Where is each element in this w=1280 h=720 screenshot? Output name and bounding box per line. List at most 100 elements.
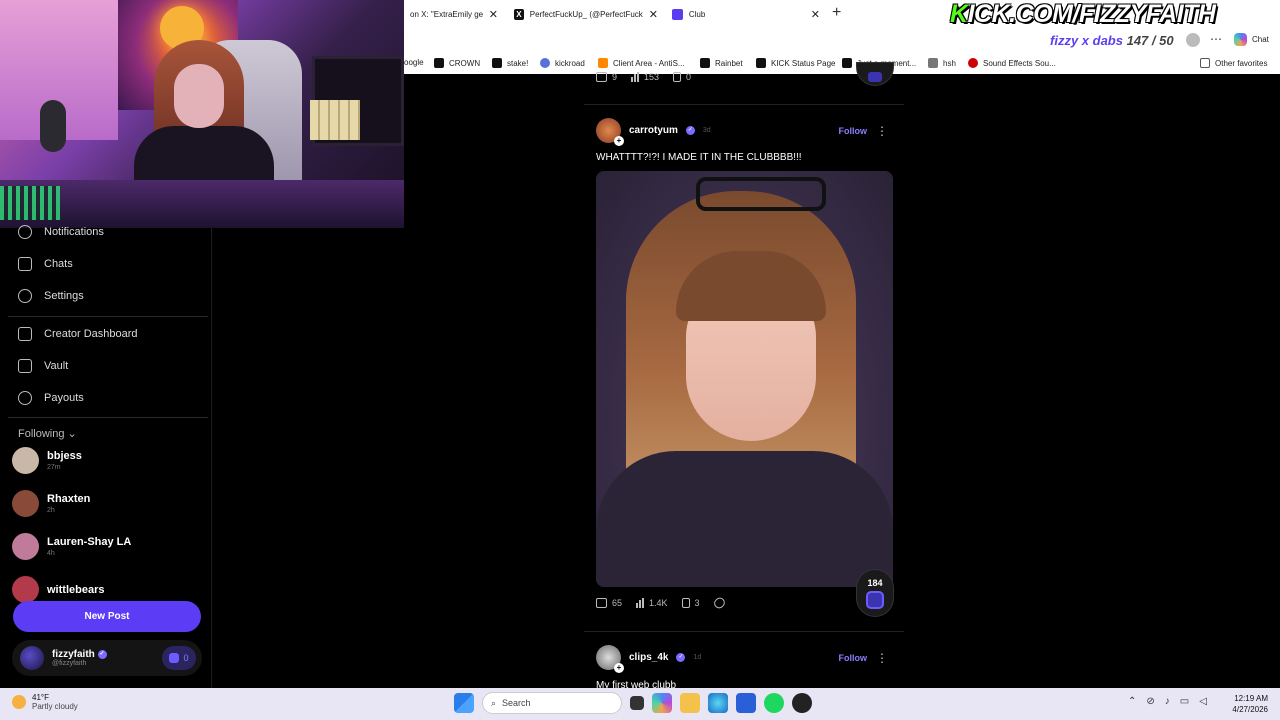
bookmarks-bar: oogle CROWN stake! kickroad Client Area … [404,54,1280,74]
windows-taskbar: 41°F Partly cloudy ⌕ Search ⌃ ⊘ ♪ ▭ ◁ 12:1… [0,688,1280,720]
verified-icon: ✓ [685,126,695,135]
weather-widget[interactable]: 41°F Partly cloudy [12,693,78,711]
chevron-up-icon[interactable]: ⌃ [1128,696,1136,707]
close-tab-icon[interactable]: ✕ [649,8,658,21]
boost-badge[interactable] [856,62,894,86]
avatar [12,576,39,603]
following-item[interactable]: bbjess 27m [12,447,82,474]
post-username[interactable]: clips_4k [629,652,668,663]
bookmark[interactable]: hsh [928,58,956,68]
nav-creator-dashboard[interactable]: Creator Dashboard [18,327,138,341]
chevron-down-icon: ⌄ [67,428,77,440]
comment-button[interactable]: 65 [596,598,622,608]
clock[interactable]: 12:19 AM 4/27/2026 [1222,693,1268,715]
following-item[interactable]: wittlebears [12,576,104,603]
bookmark[interactable]: Client Area - AntiS... [598,58,685,68]
edge-icon[interactable] [708,693,728,713]
bookmark-button[interactable]: 3 [681,598,700,608]
browser-tab[interactable]: X PerfectFuckUp_ (@PerfectFuckUp_ ✕ [508,0,664,28]
client-area-icon [598,58,608,68]
bookmark[interactable]: KICK Status Page [756,58,835,68]
kebab-menu-icon[interactable]: ⋮ [876,651,888,665]
share-link-icon[interactable] [711,595,727,611]
post-caption: WHATTTT?!?! I MADE IT IN THE CLUBBBB!!! [596,152,802,163]
webcam-microphone [40,100,66,152]
other-favorites[interactable]: Other favorites [1200,58,1267,68]
task-view-icon[interactable] [630,696,644,710]
main-feed: 9 153 0 + carrotyum ✓ 3d Follow ⋮ WHATTT… [404,62,1278,691]
spotify-icon[interactable] [764,693,784,713]
nav-chats[interactable]: Chats [18,257,73,271]
new-tab-button[interactable]: + [832,4,841,22]
network-icon[interactable]: ⊘ [1146,696,1154,707]
avatar[interactable]: + [596,118,624,146]
bell-icon [18,225,32,239]
file-explorer-icon[interactable] [680,693,700,713]
close-tab-icon[interactable]: ✕ [811,8,820,21]
following-item[interactable]: Lauren-Shay LA 4h [12,533,131,560]
display-icon[interactable]: ▭ [1180,696,1189,707]
nav-settings[interactable]: Settings [18,289,84,303]
post-header: + carrotyum ✓ 3d [596,118,711,146]
browser-tab[interactable]: on X: "ExtraEmily gets k ✕ [404,0,504,28]
current-user-card[interactable]: fizzyfaith ✓ @fizzyfaith 0 [12,640,202,676]
stake-icon [492,58,502,68]
microphone-icon[interactable]: ♪ [1165,696,1170,707]
start-icon[interactable] [454,693,474,713]
rainbet-icon [700,58,710,68]
divider [8,417,208,418]
comment-button[interactable]: 9 [596,72,617,82]
boost-icon [866,590,884,609]
close-tab-icon[interactable]: ✕ [489,8,498,21]
volume-icon[interactable]: ◁ [1199,696,1207,707]
nav-vault[interactable]: Vault [18,359,68,373]
views-count: 153 [631,72,659,82]
profile-icon[interactable] [1186,33,1200,47]
taskbar-apps: ⌕ Search [454,692,812,714]
divider [584,104,904,105]
coin-balance[interactable]: 0 [162,646,196,670]
copilot-icon [1234,33,1247,46]
follow-button[interactable]: Follow [839,653,868,663]
sound-effects-icon [968,58,978,68]
boost-badge[interactable]: 184 [856,569,894,617]
more-menu-icon[interactable]: ⋯ [1210,32,1222,46]
screen: on X: "ExtraEmily gets k ✕ X PerfectFuck… [0,0,1280,720]
folder-icon [1200,58,1210,68]
verified-icon: ✓ [97,649,107,659]
kick-icon [756,58,766,68]
nav-notifications[interactable]: Notifications [18,225,104,239]
kebab-menu-icon[interactable]: ⋮ [876,124,888,138]
post-image[interactable] [596,171,893,587]
coin-icon [169,653,180,663]
bookmark[interactable]: Rainbet [700,58,743,68]
dollar-icon [18,391,32,405]
divider [584,631,904,632]
bookmark[interactable]: stake! [492,58,528,68]
bookmark[interactable]: Sound Effects Sou... [968,58,1056,68]
search-icon: ⌕ [491,697,497,708]
store-icon[interactable] [736,693,756,713]
obs-icon[interactable] [792,693,812,713]
new-post-button[interactable]: New Post [13,601,201,632]
copilot-icon[interactable] [652,693,672,713]
bookmark-button[interactable]: 0 [673,72,691,82]
bookmark[interactable]: kickroad [540,58,585,68]
bookmark[interactable]: oogle [404,58,424,67]
post-header: + clips_4k ✓ 1d [596,645,701,673]
tab-title: Club [688,9,706,19]
crown-icon [434,58,444,68]
following-item[interactable]: Rhaxten 2h [12,490,90,517]
post-username[interactable]: carrotyum [629,125,678,136]
bookmark[interactable]: CROWN [434,58,480,68]
left-sidebar: Notifications Chats Settings Creator Das… [0,225,212,688]
follow-button[interactable]: Follow [839,126,868,136]
following-header[interactable]: Following ⌄ [18,427,77,440]
browser-tab-active[interactable]: Club ✕ [666,0,826,28]
avatar[interactable]: + [596,645,624,673]
tab-title: on X: "ExtraEmily gets k [410,9,483,19]
nav-payouts[interactable]: Payouts [18,391,84,405]
webcam-keyboard [0,186,60,220]
taskbar-search[interactable]: ⌕ Search [482,692,622,714]
copilot-chat-button[interactable]: Chat [1234,33,1269,46]
